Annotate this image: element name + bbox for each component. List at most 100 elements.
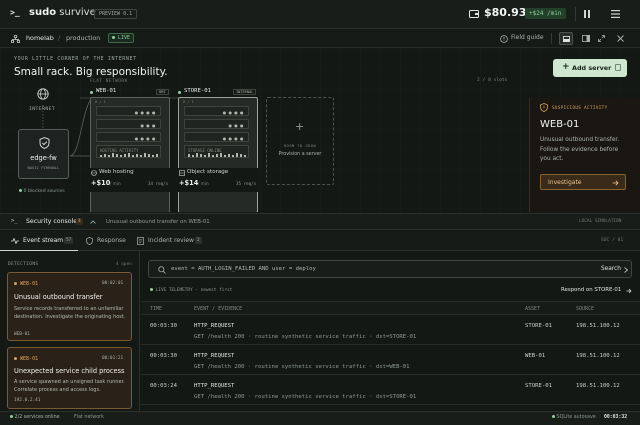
activity-sparkline [188, 153, 246, 157]
tab-event-stream[interactable]: Event stream 57 [0, 231, 78, 251]
pause-icon[interactable] [584, 10, 591, 18]
detection-card[interactable]: ● WEB-01 00:01:21 Unexpected service chi… [7, 347, 132, 409]
clock: 00:03:32 [604, 415, 628, 420]
arrow-right-icon [624, 267, 629, 273]
table-row[interactable]: 00:03:24 HTTP_REQUEST GET /health 200 · … [141, 377, 640, 405]
globe-icon [91, 170, 97, 176]
detection-host-label: WEB-01 [20, 356, 39, 362]
event-asset: STORE-01 [525, 323, 552, 329]
events-table-header: TIME EVENT / EVIDENCE ASSET SOURCE [141, 301, 640, 315]
event-detail: GET /health 200 · routine synthetic serv… [194, 364, 410, 370]
status-bar: 2/2 services online Flat network SQLite … [0, 411, 640, 425]
detection-card[interactable]: ● WEB-01 00:02:01 Unusual outbound trans… [7, 272, 132, 341]
blocked-sources-label: 0 blocked sources [23, 189, 65, 194]
breadcrumb-env[interactable]: production [66, 34, 100, 42]
add-server-hotkey [615, 64, 621, 71]
add-server-button[interactable]: + Add server [553, 59, 627, 77]
online-dot-icon [10, 415, 13, 418]
income-rate-badge: +$24 /min [525, 8, 566, 19]
telemetry-dot-icon [150, 288, 153, 291]
search-button[interactable]: Search [601, 266, 621, 272]
event-detail: GET /health 200 · routine synthetic serv… [194, 334, 417, 340]
server-requests: 34 req/s [148, 181, 169, 186]
arrow-right-icon [626, 288, 632, 294]
tab-label: Incident review [148, 237, 194, 244]
security-console-bar[interactable]: >_ Security console 4 Unusual outbound t… [0, 213, 640, 230]
live-label: LIVE [118, 35, 131, 41]
tab-response[interactable]: Response [86, 231, 136, 251]
save-dot-icon [552, 415, 555, 418]
event-time: 00:03:30 [150, 353, 177, 359]
detection-host: ● WEB-01 [14, 281, 39, 287]
activity-unit: STORAGE ONLINE [184, 145, 249, 158]
divider [551, 33, 552, 44]
live-badge: LIVE [108, 33, 135, 43]
menu-icon[interactable] [611, 10, 620, 18]
event-time: 00:03:30 [150, 323, 177, 329]
plus-icon: + [295, 120, 305, 133]
table-row[interactable]: 00:03:30 HTTP_REQUEST GET /health 200 · … [141, 347, 640, 375]
chevron-up-icon[interactable] [90, 220, 96, 224]
search-box[interactable]: event = AUTH_LOGIN_FAILED AND user = dep… [148, 260, 632, 278]
event-detail: GET /health 200 · routine synthetic serv… [194, 394, 417, 400]
server-earnings: +$14 [179, 179, 199, 187]
expand-icon[interactable] [598, 35, 605, 42]
firewall-node[interactable]: edge-fw BASIC FIREWALL [18, 129, 69, 179]
server-role: Web hosting [99, 169, 134, 175]
server-zone-tag: INTERNAL [233, 89, 257, 95]
event-stream-panel: event = AUTH_LOGIN_FAILED AND user = dep… [141, 251, 640, 411]
detection-host: ● WEB-01 [14, 356, 39, 362]
event-asset: STORE-01 [525, 383, 552, 389]
detections-header: DETECTIONS [8, 262, 39, 267]
breadcrumb-separator: / [58, 34, 61, 42]
event-type: HTTP_REQUEST [194, 383, 235, 389]
server-chassis[interactable]: 0 / 1 ● ● ● ● ● ● ● ● ● ● ● STORAGE ONLI… [178, 97, 258, 212]
tab-label: Event stream [23, 237, 64, 244]
close-icon[interactable] [617, 35, 624, 42]
investigate-label: Investigate [548, 179, 582, 186]
layout-side-icon[interactable] [582, 35, 590, 42]
rack-unit: ● ● ● [184, 119, 249, 129]
server-role: Object storage [187, 169, 229, 175]
layout-split-button[interactable] [559, 32, 573, 45]
detection-host-label: WEB-01 [20, 281, 39, 287]
detection-foot: WEB-01 [14, 332, 30, 337]
autosave-label: SQLite autosave [556, 415, 596, 420]
shield-icon [86, 237, 93, 245]
table-row[interactable]: 00:03:30 HTTP_REQUEST GET /health 200 · … [141, 317, 640, 345]
rack-unit: ● ● ● [96, 119, 161, 129]
event-source: 198.51.100.12 [576, 323, 620, 329]
investigate-button[interactable]: Investigate [540, 174, 626, 190]
respond-button[interactable]: Respond on STORE-01 [561, 287, 621, 293]
rack-lights: ● ● ● ● [222, 110, 244, 115]
firewall-name: edge-fw [30, 154, 57, 162]
scene-eyebrow: YOUR LITTLE CORNER OF THE INTERNET [14, 56, 137, 62]
layout-icon [563, 36, 570, 42]
server-info-panel: Object storage +$14 / min 35 req/s [178, 168, 258, 192]
activity-sparkline [100, 153, 158, 157]
alert-host: WEB-01 [540, 119, 580, 130]
console-tabs: Event stream 57 Response Incident review… [0, 231, 640, 251]
event-time: 00:03:24 [150, 383, 177, 389]
detection-foot: 192.0.2.41 [14, 398, 41, 403]
tree-icon [11, 35, 20, 43]
firewall-sub: BASIC FIREWALL [27, 165, 60, 170]
scene-headline: Small rack. Big responsibility. [14, 66, 168, 78]
rack-lights: ● ● ● ● [134, 136, 156, 141]
detection-title: Unusual outbound transfer [14, 293, 103, 301]
detections-open-count: 4 open [116, 262, 132, 267]
add-server-label: Add server [572, 64, 612, 72]
event-source: 198.51.100.12 [576, 383, 620, 389]
wallet-icon [469, 10, 479, 18]
field-guide-link[interactable]: Field guide [511, 34, 544, 41]
server-info-panel: Web hosting +$10 / min 34 req/s [90, 168, 170, 192]
breadcrumb-home[interactable]: homelab [26, 34, 54, 42]
empty-slot[interactable]: + ROOM TO GROW Provision a server [266, 97, 334, 185]
tab-incident-review[interactable]: Incident review 2 [137, 231, 217, 251]
search-input[interactable]: event = AUTH_LOGIN_FAILED AND user = dep… [171, 266, 316, 272]
search-icon [158, 266, 166, 274]
tab-count: 57 [64, 237, 74, 244]
brand-name-bold: sudo [29, 7, 57, 18]
globe-icon [37, 88, 49, 100]
server-chassis[interactable]: 0 / 1 ● ● ● ● ● ● ● ● ● ● ● HOSTING ACTI… [90, 97, 170, 212]
